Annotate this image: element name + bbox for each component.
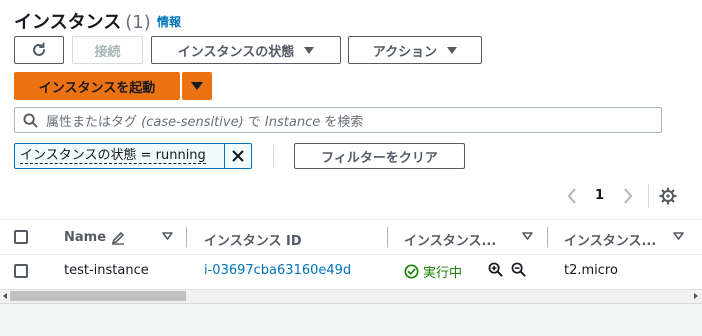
row-checkbox[interactable] bbox=[14, 264, 28, 278]
gear-icon bbox=[659, 187, 677, 205]
scroll-right-icon[interactable] bbox=[692, 292, 700, 300]
zoom-in-button[interactable] bbox=[488, 262, 503, 281]
next-page-button[interactable] bbox=[622, 187, 634, 209]
pencil-icon bbox=[112, 231, 125, 245]
launch-instance-button[interactable]: インスタンスを起動 bbox=[14, 72, 180, 100]
close-icon bbox=[232, 150, 244, 162]
divider bbox=[273, 145, 274, 167]
column-header-instance-state[interactable]: インスタンス... bbox=[404, 230, 496, 249]
instance-name: test-instance bbox=[64, 263, 149, 278]
caret-down-icon bbox=[304, 46, 315, 54]
scroll-left-icon[interactable] bbox=[1, 292, 9, 300]
filter-token: インスタンスの状態 = running bbox=[14, 143, 252, 169]
select-all-checkbox[interactable] bbox=[14, 230, 28, 244]
instance-state-dropdown[interactable]: インスタンスの状態 bbox=[151, 36, 341, 64]
actions-label: アクション bbox=[372, 44, 438, 60]
table-top-border bbox=[0, 219, 702, 220]
table-row-border bbox=[0, 254, 702, 255]
column-header-name[interactable]: Name bbox=[64, 230, 125, 245]
sort-down-icon[interactable] bbox=[673, 231, 684, 241]
info-link[interactable]: 情報 bbox=[157, 13, 181, 30]
current-page-number[interactable]: 1 bbox=[595, 188, 604, 203]
refresh-icon bbox=[33, 42, 45, 56]
check-circle-icon bbox=[404, 264, 419, 279]
column-header-instance-id[interactable]: インスタンス ID bbox=[204, 230, 302, 249]
instance-state-label: インスタンスの状態 bbox=[177, 44, 295, 60]
column-resizer[interactable] bbox=[186, 227, 187, 247]
page-title: インスタンス (1) bbox=[14, 8, 151, 34]
column-header-instance-type[interactable]: インスタンス... bbox=[564, 230, 656, 249]
instance-count: (1) bbox=[125, 12, 151, 33]
zoom-out-button[interactable] bbox=[511, 262, 526, 281]
connect-button[interactable]: 接続 bbox=[72, 36, 143, 64]
sort-down-icon[interactable] bbox=[522, 231, 533, 241]
column-resizer[interactable] bbox=[547, 227, 548, 247]
preferences-button[interactable] bbox=[659, 187, 677, 209]
zoom-in-icon bbox=[488, 262, 503, 277]
column-resizer[interactable] bbox=[387, 227, 388, 247]
actions-dropdown[interactable]: アクション bbox=[348, 36, 482, 64]
sort-down-icon[interactable] bbox=[162, 231, 173, 241]
refresh-button[interactable] bbox=[14, 36, 64, 64]
caret-down-icon bbox=[447, 46, 458, 54]
launch-instance-dropdown[interactable] bbox=[182, 72, 212, 100]
divider bbox=[648, 184, 649, 208]
page-title-text: インスタンス bbox=[14, 12, 122, 33]
filter-token-label[interactable]: インスタンスの状態 = running bbox=[15, 144, 225, 168]
chevron-left-icon bbox=[567, 188, 576, 204]
instance-state-status: 実行中 bbox=[404, 262, 462, 281]
search-input[interactable]: 属性またはタグ (case-sensitive) で Instance を検索 bbox=[14, 107, 662, 133]
instance-state-text: 実行中 bbox=[423, 266, 463, 281]
instance-id-link[interactable]: i-03697cba63160e49d bbox=[204, 263, 351, 278]
search-placeholder: 属性またはタグ (case-sensitive) で Instance を検索 bbox=[46, 114, 364, 130]
caret-down-icon bbox=[191, 82, 203, 90]
instance-type: t2.micro bbox=[564, 263, 618, 278]
scrollbar-thumb[interactable] bbox=[10, 291, 186, 301]
zoom-out-icon bbox=[511, 262, 526, 277]
filter-token-remove-button[interactable] bbox=[225, 144, 251, 168]
clear-filters-button[interactable]: フィルターをクリア bbox=[294, 143, 465, 169]
chevron-right-icon bbox=[624, 188, 633, 204]
previous-page-button[interactable] bbox=[566, 187, 578, 209]
detail-panel-area bbox=[0, 303, 702, 336]
search-icon bbox=[23, 112, 38, 128]
